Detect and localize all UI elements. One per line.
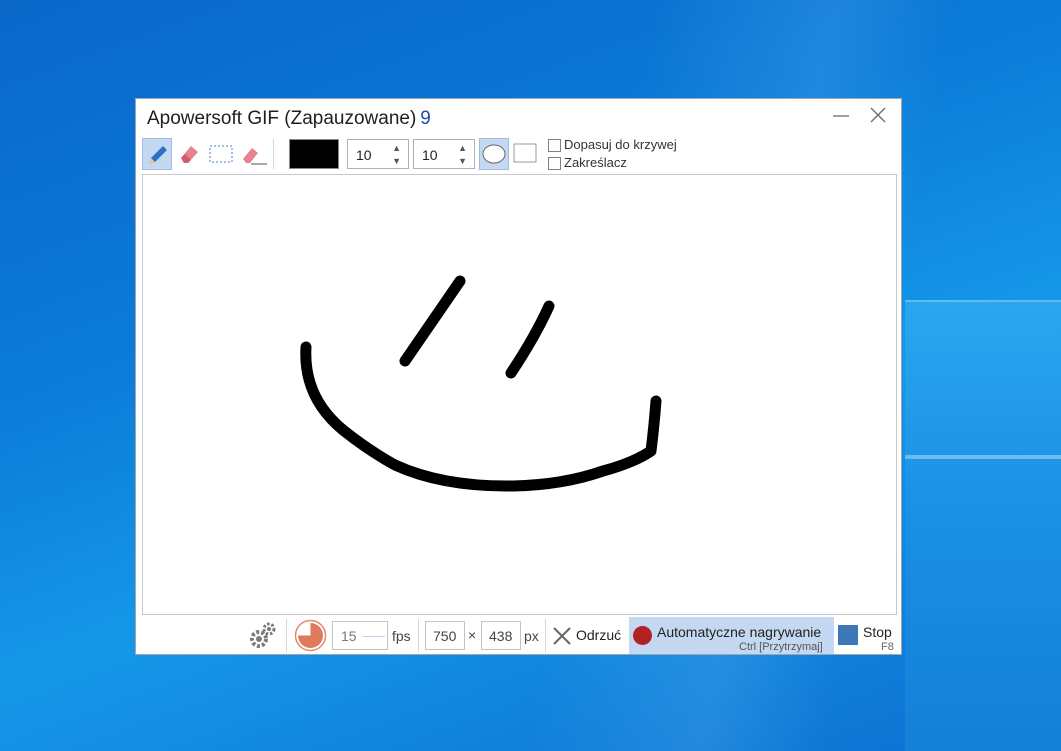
- region-width-input[interactable]: 750: [425, 621, 465, 650]
- status-separator: [286, 619, 287, 652]
- stop-square-icon[interactable]: [838, 625, 858, 645]
- highlighter-label: Zakreślacz: [564, 155, 627, 170]
- region-height-value: 438: [489, 628, 513, 644]
- stepper-down-icon[interactable]: ▼: [458, 156, 467, 166]
- close-icon: [870, 107, 886, 123]
- eraser-line-icon: [243, 148, 267, 165]
- stepper-down-icon[interactable]: ▼: [392, 156, 401, 166]
- fit-to-curve-label: Dopasuj do krzywej: [564, 137, 677, 152]
- discard-x-icon: [553, 627, 571, 645]
- smiley-drawing: [300, 275, 662, 492]
- highlighter-checkbox[interactable]: Zakreślacz: [548, 155, 627, 173]
- pencil-icon: [149, 146, 167, 164]
- desktop-logo-edge: [905, 300, 1061, 302]
- rectangle-tip-button[interactable]: [511, 138, 541, 170]
- auto-record-button[interactable]: Automatyczne nagrywanie Ctrl [Przytrzyma…: [629, 617, 834, 654]
- desktop-logo-divider: [905, 455, 1061, 459]
- pen-width-stepper[interactable]: 10 ▲ ▼: [347, 139, 409, 169]
- record-dot-icon: [633, 626, 652, 645]
- pencil-tool-button[interactable]: [142, 138, 172, 170]
- rectangle-icon: [513, 143, 537, 163]
- window-title-text: Apowersoft GIF (Zapauzowane): [147, 108, 417, 129]
- color-picker-swatch[interactable]: [289, 139, 339, 169]
- discard-button[interactable]: Odrzuć: [549, 621, 627, 650]
- checkbox-box[interactable]: [548, 157, 561, 171]
- stepper-up-icon[interactable]: ▲: [392, 143, 401, 153]
- timer-icon: [294, 619, 327, 652]
- stop-button-label[interactable]: Stop: [863, 624, 892, 640]
- minimize-icon: [833, 115, 849, 117]
- drawing-canvas[interactable]: [142, 174, 897, 615]
- desktop-window-logo-panel: [905, 300, 1061, 751]
- fps-input[interactable]: 15: [332, 621, 388, 650]
- stop-shortcut: F8: [881, 641, 894, 653]
- stroke-right-eye: [505, 300, 555, 379]
- discard-label: Odrzuć: [576, 627, 622, 643]
- close-button[interactable]: [863, 105, 893, 129]
- status-separator: [418, 619, 419, 652]
- stepper-up-icon[interactable]: ▲: [458, 143, 467, 153]
- pen-width-value: 10: [356, 147, 372, 163]
- settings-button[interactable]: [248, 620, 278, 650]
- fps-label: fps: [392, 628, 411, 644]
- select-area-tool-button[interactable]: [206, 138, 236, 170]
- fps-value: 15: [341, 628, 357, 644]
- gear-icon: [250, 622, 276, 648]
- eraser-icon: [181, 146, 198, 163]
- timer-button[interactable]: [294, 619, 327, 652]
- minimize-button[interactable]: [826, 105, 856, 129]
- drawing-toolbar: 10 ▲ ▼ 10 ▲ ▼ Dopasuj do krzywej Zakreśl…: [136, 135, 901, 173]
- region-height-input[interactable]: 438: [481, 621, 521, 650]
- auto-record-shortcut: Ctrl [Przytrzymaj]: [739, 641, 823, 653]
- pen-height-value: 10: [422, 147, 438, 163]
- region-width-value: 750: [433, 628, 457, 644]
- window-title: Apowersoft GIF (Zapauzowane) 9: [147, 108, 431, 130]
- auto-record-label: Automatyczne nagrywanie: [657, 624, 822, 640]
- erase-line-tool-button[interactable]: [238, 138, 268, 170]
- stroke-mouth: [300, 341, 662, 492]
- fps-input-underline: [363, 636, 385, 637]
- ellipse-icon: [482, 144, 506, 164]
- toolbar-separator: [273, 139, 274, 169]
- ellipse-tip-button[interactable]: [479, 138, 509, 170]
- status-bar: 15 fps 750 × 438 px Odrzuć Automatyczne …: [136, 617, 901, 654]
- stroke-left-eye: [399, 275, 466, 367]
- recorder-window: Apowersoft GIF (Zapauzowane) 9 10 ▲ ▼ 10…: [135, 98, 902, 655]
- checkbox-box[interactable]: [548, 139, 561, 153]
- status-separator: [545, 619, 546, 652]
- dimension-separator: ×: [468, 627, 477, 643]
- title-bar[interactable]: Apowersoft GIF (Zapauzowane) 9: [136, 99, 901, 135]
- frame-count: 9: [420, 108, 431, 129]
- px-label: px: [524, 628, 539, 644]
- eraser-tool-button[interactable]: [174, 138, 204, 170]
- selection-rectangle-icon: [209, 145, 233, 163]
- fit-to-curve-checkbox[interactable]: Dopasuj do krzywej: [548, 137, 677, 155]
- pen-height-stepper[interactable]: 10 ▲ ▼: [413, 139, 475, 169]
